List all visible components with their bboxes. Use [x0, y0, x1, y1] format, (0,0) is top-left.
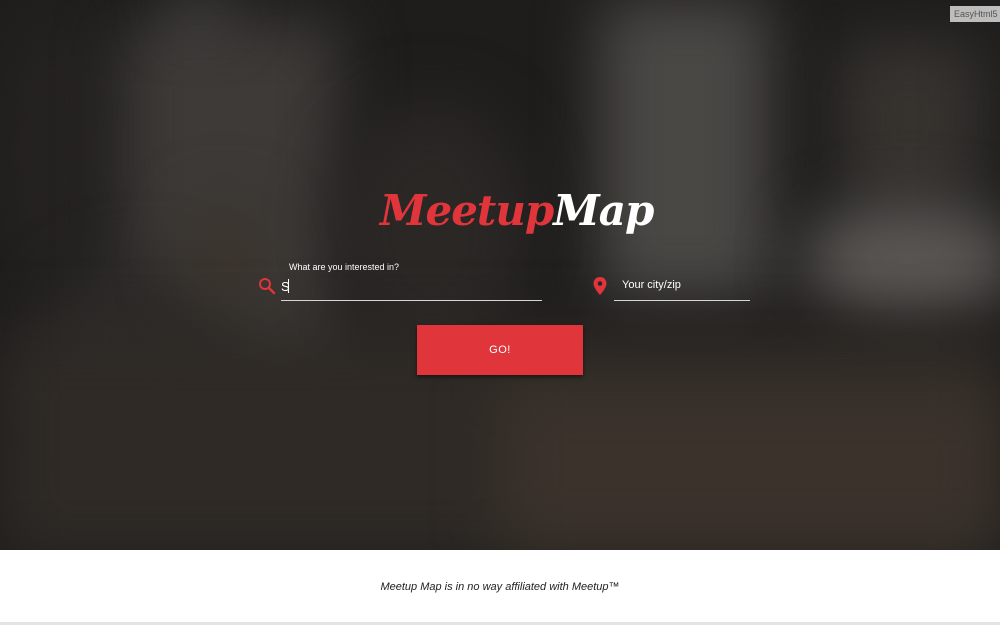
background-blur: [500, 380, 1000, 550]
location-pin-icon: [593, 277, 607, 295]
city-zip-input[interactable]: Your city/zip: [614, 273, 750, 301]
background-blur: [800, 200, 1000, 320]
logo-map: Map: [553, 186, 654, 235]
watermark: EasyHtml5: [950, 6, 1000, 22]
meetup-map-logo: MeetupMap: [380, 180, 654, 242]
go-button[interactable]: GO!: [417, 325, 583, 375]
text-cursor: [288, 279, 289, 293]
footer: Meetup Map is in no way affiliated with …: [0, 550, 1000, 625]
background-blur: [170, 0, 230, 20]
logo-meetup: Meetup: [380, 186, 554, 235]
background-blur: [600, 0, 770, 300]
footer-disclaimer: Meetup Map is in no way affiliated with …: [380, 581, 620, 593]
search-icon: [259, 278, 276, 295]
search-field-label: What are you interested in?: [289, 262, 400, 272]
search-input[interactable]: [281, 273, 542, 301]
background-blur: [0, 0, 100, 300]
background-blur: [840, 40, 980, 200]
hero-background: EasyHtml5 MeetupMap What are you interes…: [0, 0, 1000, 550]
background-blur: [180, 200, 270, 320]
